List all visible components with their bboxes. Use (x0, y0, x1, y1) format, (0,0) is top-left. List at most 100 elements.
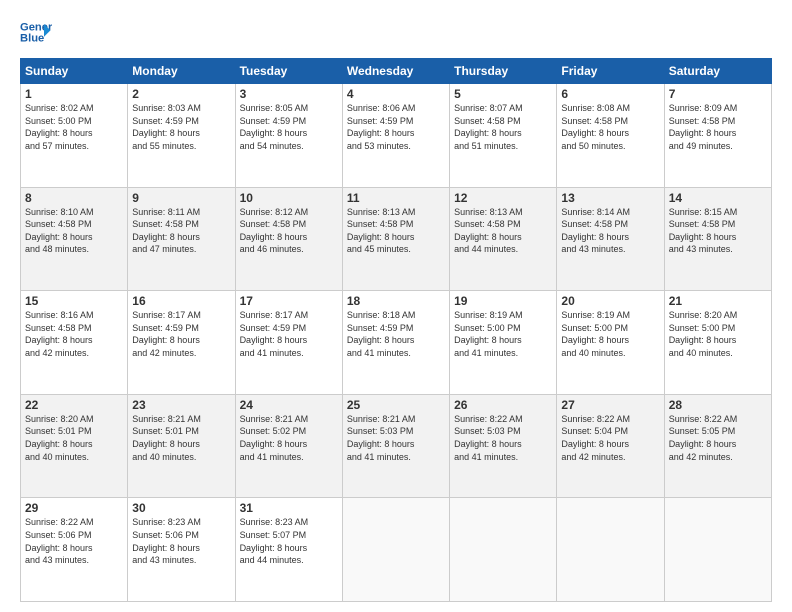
day-number: 4 (347, 87, 445, 101)
cell-details: Sunrise: 8:09 AMSunset: 4:58 PMDaylight:… (669, 102, 767, 152)
cell-details: Sunrise: 8:23 AMSunset: 5:07 PMDaylight:… (240, 516, 338, 566)
calendar-cell: 29Sunrise: 8:22 AMSunset: 5:06 PMDayligh… (21, 498, 128, 602)
calendar-cell: 11Sunrise: 8:13 AMSunset: 4:58 PMDayligh… (342, 187, 449, 291)
cell-details: Sunrise: 8:13 AMSunset: 4:58 PMDaylight:… (454, 206, 552, 256)
day-number: 26 (454, 398, 552, 412)
calendar-cell: 28Sunrise: 8:22 AMSunset: 5:05 PMDayligh… (664, 394, 771, 498)
calendar-cell: 14Sunrise: 8:15 AMSunset: 4:58 PMDayligh… (664, 187, 771, 291)
cell-details: Sunrise: 8:22 AMSunset: 5:06 PMDaylight:… (25, 516, 123, 566)
cell-details: Sunrise: 8:13 AMSunset: 4:58 PMDaylight:… (347, 206, 445, 256)
calendar-cell: 8Sunrise: 8:10 AMSunset: 4:58 PMDaylight… (21, 187, 128, 291)
calendar-week-row: 8Sunrise: 8:10 AMSunset: 4:58 PMDaylight… (21, 187, 772, 291)
calendar-cell: 7Sunrise: 8:09 AMSunset: 4:58 PMDaylight… (664, 84, 771, 188)
day-number: 21 (669, 294, 767, 308)
calendar-cell (664, 498, 771, 602)
calendar-week-row: 29Sunrise: 8:22 AMSunset: 5:06 PMDayligh… (21, 498, 772, 602)
calendar-cell: 10Sunrise: 8:12 AMSunset: 4:58 PMDayligh… (235, 187, 342, 291)
day-number: 2 (132, 87, 230, 101)
calendar-cell (557, 498, 664, 602)
calendar-cell: 26Sunrise: 8:22 AMSunset: 5:03 PMDayligh… (450, 394, 557, 498)
day-number: 31 (240, 501, 338, 515)
cell-details: Sunrise: 8:21 AMSunset: 5:02 PMDaylight:… (240, 413, 338, 463)
cell-details: Sunrise: 8:07 AMSunset: 4:58 PMDaylight:… (454, 102, 552, 152)
cell-details: Sunrise: 8:22 AMSunset: 5:03 PMDaylight:… (454, 413, 552, 463)
calendar-cell: 27Sunrise: 8:22 AMSunset: 5:04 PMDayligh… (557, 394, 664, 498)
calendar-cell: 31Sunrise: 8:23 AMSunset: 5:07 PMDayligh… (235, 498, 342, 602)
cell-details: Sunrise: 8:19 AMSunset: 5:00 PMDaylight:… (454, 309, 552, 359)
day-number: 14 (669, 191, 767, 205)
cell-details: Sunrise: 8:12 AMSunset: 4:58 PMDaylight:… (240, 206, 338, 256)
day-number: 24 (240, 398, 338, 412)
day-number: 10 (240, 191, 338, 205)
cell-details: Sunrise: 8:18 AMSunset: 4:59 PMDaylight:… (347, 309, 445, 359)
calendar-cell: 22Sunrise: 8:20 AMSunset: 5:01 PMDayligh… (21, 394, 128, 498)
cell-details: Sunrise: 8:23 AMSunset: 5:06 PMDaylight:… (132, 516, 230, 566)
calendar-cell: 12Sunrise: 8:13 AMSunset: 4:58 PMDayligh… (450, 187, 557, 291)
day-number: 20 (561, 294, 659, 308)
cell-details: Sunrise: 8:20 AMSunset: 5:01 PMDaylight:… (25, 413, 123, 463)
cell-details: Sunrise: 8:17 AMSunset: 4:59 PMDaylight:… (132, 309, 230, 359)
day-number: 17 (240, 294, 338, 308)
calendar-cell: 25Sunrise: 8:21 AMSunset: 5:03 PMDayligh… (342, 394, 449, 498)
cell-details: Sunrise: 8:17 AMSunset: 4:59 PMDaylight:… (240, 309, 338, 359)
weekday-header: Tuesday (235, 59, 342, 84)
calendar-cell: 18Sunrise: 8:18 AMSunset: 4:59 PMDayligh… (342, 291, 449, 395)
calendar-cell: 20Sunrise: 8:19 AMSunset: 5:00 PMDayligh… (557, 291, 664, 395)
day-number: 6 (561, 87, 659, 101)
day-number: 11 (347, 191, 445, 205)
calendar-table: SundayMondayTuesdayWednesdayThursdayFrid… (20, 58, 772, 602)
calendar-cell: 21Sunrise: 8:20 AMSunset: 5:00 PMDayligh… (664, 291, 771, 395)
day-number: 12 (454, 191, 552, 205)
cell-details: Sunrise: 8:21 AMSunset: 5:03 PMDaylight:… (347, 413, 445, 463)
day-number: 23 (132, 398, 230, 412)
calendar-cell: 9Sunrise: 8:11 AMSunset: 4:58 PMDaylight… (128, 187, 235, 291)
day-number: 25 (347, 398, 445, 412)
calendar-cell: 30Sunrise: 8:23 AMSunset: 5:06 PMDayligh… (128, 498, 235, 602)
day-number: 8 (25, 191, 123, 205)
cell-details: Sunrise: 8:11 AMSunset: 4:58 PMDaylight:… (132, 206, 230, 256)
calendar-cell: 19Sunrise: 8:19 AMSunset: 5:00 PMDayligh… (450, 291, 557, 395)
cell-details: Sunrise: 8:05 AMSunset: 4:59 PMDaylight:… (240, 102, 338, 152)
calendar-cell: 2Sunrise: 8:03 AMSunset: 4:59 PMDaylight… (128, 84, 235, 188)
cell-details: Sunrise: 8:15 AMSunset: 4:58 PMDaylight:… (669, 206, 767, 256)
weekday-header: Saturday (664, 59, 771, 84)
day-number: 18 (347, 294, 445, 308)
day-number: 19 (454, 294, 552, 308)
weekday-header: Sunday (21, 59, 128, 84)
day-number: 1 (25, 87, 123, 101)
day-number: 28 (669, 398, 767, 412)
cell-details: Sunrise: 8:03 AMSunset: 4:59 PMDaylight:… (132, 102, 230, 152)
weekday-header: Friday (557, 59, 664, 84)
calendar-cell: 4Sunrise: 8:06 AMSunset: 4:59 PMDaylight… (342, 84, 449, 188)
weekday-header: Thursday (450, 59, 557, 84)
logo: General Blue (20, 16, 56, 48)
cell-details: Sunrise: 8:21 AMSunset: 5:01 PMDaylight:… (132, 413, 230, 463)
cell-details: Sunrise: 8:14 AMSunset: 4:58 PMDaylight:… (561, 206, 659, 256)
day-number: 15 (25, 294, 123, 308)
weekday-header: Monday (128, 59, 235, 84)
day-number: 7 (669, 87, 767, 101)
cell-details: Sunrise: 8:06 AMSunset: 4:59 PMDaylight:… (347, 102, 445, 152)
day-number: 3 (240, 87, 338, 101)
calendar-cell: 24Sunrise: 8:21 AMSunset: 5:02 PMDayligh… (235, 394, 342, 498)
day-number: 5 (454, 87, 552, 101)
weekday-header: Wednesday (342, 59, 449, 84)
calendar-week-row: 1Sunrise: 8:02 AMSunset: 5:00 PMDaylight… (21, 84, 772, 188)
day-number: 9 (132, 191, 230, 205)
calendar-cell: 13Sunrise: 8:14 AMSunset: 4:58 PMDayligh… (557, 187, 664, 291)
calendar-cell (342, 498, 449, 602)
header: General Blue (20, 16, 772, 48)
svg-text:Blue: Blue (20, 33, 44, 45)
calendar-cell: 15Sunrise: 8:16 AMSunset: 4:58 PMDayligh… (21, 291, 128, 395)
calendar-cell: 23Sunrise: 8:21 AMSunset: 5:01 PMDayligh… (128, 394, 235, 498)
cell-details: Sunrise: 8:10 AMSunset: 4:58 PMDaylight:… (25, 206, 123, 256)
calendar-week-row: 22Sunrise: 8:20 AMSunset: 5:01 PMDayligh… (21, 394, 772, 498)
calendar-header-row: SundayMondayTuesdayWednesdayThursdayFrid… (21, 59, 772, 84)
page: General Blue SundayMondayTuesdayWednesda… (0, 0, 792, 612)
day-number: 22 (25, 398, 123, 412)
cell-details: Sunrise: 8:22 AMSunset: 5:05 PMDaylight:… (669, 413, 767, 463)
calendar-cell (450, 498, 557, 602)
cell-details: Sunrise: 8:16 AMSunset: 4:58 PMDaylight:… (25, 309, 123, 359)
cell-details: Sunrise: 8:20 AMSunset: 5:00 PMDaylight:… (669, 309, 767, 359)
day-number: 27 (561, 398, 659, 412)
